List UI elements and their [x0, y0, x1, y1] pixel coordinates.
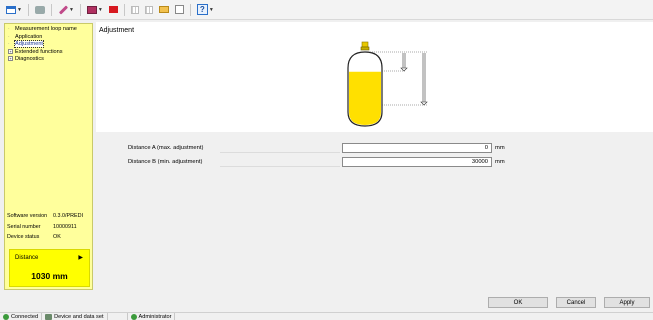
tree-item-diagnostics[interactable]: + Diagnostics [7, 56, 90, 64]
toolbar-divider [27, 3, 29, 16]
distance-a-row: Distance A (max. adjustment) mm [128, 143, 528, 153]
tree-connector: · [8, 41, 10, 47]
tree-item-label: Measurement loop name [15, 26, 77, 32]
ok-button[interactable]: OK [488, 297, 548, 308]
software-version-row: Software version 0.3.0/PREDI [7, 211, 93, 222]
device-data-set-status: Device and data set [42, 313, 108, 320]
menu-tree: · Measurement loop name · Application · … [5, 24, 92, 66]
expand-icon[interactable]: + [8, 48, 13, 54]
distance-b-row: Distance B (min. adjustment) mm [128, 157, 528, 167]
page-title: Adjustment [99, 27, 135, 34]
user-icon [130, 313, 137, 320]
device-status-row: Device status OK [7, 232, 93, 243]
toolbar-divider [50, 3, 52, 16]
open-folder-button[interactable] [157, 3, 171, 17]
software-version-value: 0.3.0/PREDI [53, 213, 83, 220]
toolbar-divider [123, 3, 125, 16]
tree-item-label: Adjustment [14, 40, 44, 48]
distance-b-unit: mm [495, 159, 505, 165]
print-icon [34, 5, 45, 14]
user-status: Administrator [128, 313, 176, 320]
distance-b-input[interactable] [342, 157, 492, 167]
tree-connector: · [8, 26, 10, 32]
tree-item-application[interactable]: · Application [7, 34, 90, 42]
connection-status-text: Connected [11, 313, 39, 320]
connection-status: Connected [0, 313, 43, 320]
status-empty-cell [108, 313, 128, 320]
device-status-label: Device status [7, 234, 40, 241]
print-button[interactable] [33, 3, 47, 17]
document-icon [174, 5, 184, 14]
device-data-set-text: Device and data set [54, 313, 104, 320]
row-divider [220, 152, 340, 153]
connected-icon [3, 313, 9, 320]
device-screen-icon [86, 5, 97, 14]
apply-button[interactable]: Apply [604, 297, 650, 308]
serial-number-row: Serial number 10000911 [7, 222, 93, 233]
window-icon [6, 5, 16, 14]
cancel-button[interactable]: Cancel [556, 297, 596, 308]
navigation-panel: · Measurement loop name · Application · … [4, 23, 93, 290]
distance-a-input[interactable] [342, 143, 492, 153]
toolbar-divider [189, 3, 191, 16]
tree-item-label: Application [15, 33, 43, 40]
device-menu-button[interactable]: ▼ [85, 3, 105, 17]
serial-number-value: 10000911 [53, 223, 77, 230]
play-arrow-icon[interactable]: ▶ [78, 254, 83, 261]
document-button[interactable] [173, 3, 186, 17]
tree-connector: · [8, 33, 10, 40]
record-icon [108, 6, 118, 13]
distance-display[interactable]: Distance ▶ 1030 mm [9, 249, 90, 287]
list-icon [144, 5, 153, 14]
distance-a-label: Distance A (max. adjustment) [128, 145, 204, 151]
grid-button[interactable] [129, 3, 141, 17]
toolbar: ▼ ▼ ▼ ? ▼ [0, 0, 653, 20]
tank-diagram-icon [347, 41, 428, 127]
serial-number-label: Serial number [7, 223, 41, 230]
device-info: Software version 0.3.0/PREDI Serial numb… [7, 211, 93, 243]
user-name-text: Administrator [138, 313, 172, 320]
distance-a-unit: mm [495, 145, 505, 151]
device-status-value: OK [53, 234, 61, 241]
record-button[interactable] [107, 3, 120, 17]
help-menu-button[interactable]: ? ▼ [195, 3, 216, 17]
tree-item-label: Extended functions [15, 48, 63, 55]
chevron-down-icon: ▼ [17, 6, 22, 13]
status-bar: Connected Device and data set Administra… [0, 312, 653, 320]
expand-icon[interactable]: + [8, 56, 13, 61]
distance-b-label: Distance B (min. adjustment) [128, 159, 203, 165]
tools-menu-button[interactable]: ▼ [56, 3, 76, 17]
tree-item-measurement-loop-name[interactable]: · Measurement loop name [7, 26, 90, 34]
device-sync-icon [45, 313, 53, 320]
distance-label: Distance [15, 255, 39, 261]
software-version-label: Software version [7, 213, 48, 220]
folder-icon [158, 6, 169, 13]
distance-value: 1030 mm [31, 271, 68, 281]
chevron-down-icon: ▼ [208, 6, 214, 13]
chevron-down-icon: ▼ [97, 6, 103, 13]
grid-icon [130, 5, 139, 14]
help-icon: ? [196, 4, 208, 15]
window-menu-button[interactable]: ▼ [4, 3, 24, 17]
chevron-down-icon: ▼ [68, 6, 74, 13]
tree-item-extended-functions[interactable]: + Extended functions [7, 48, 90, 57]
wrench-icon [58, 5, 68, 15]
tree-item-adjustment[interactable]: · Adjustment [7, 40, 90, 49]
tree-item-label: Diagnostics [15, 56, 44, 62]
list-button[interactable] [143, 3, 155, 17]
toolbar-divider [79, 3, 81, 16]
row-divider [220, 166, 340, 167]
